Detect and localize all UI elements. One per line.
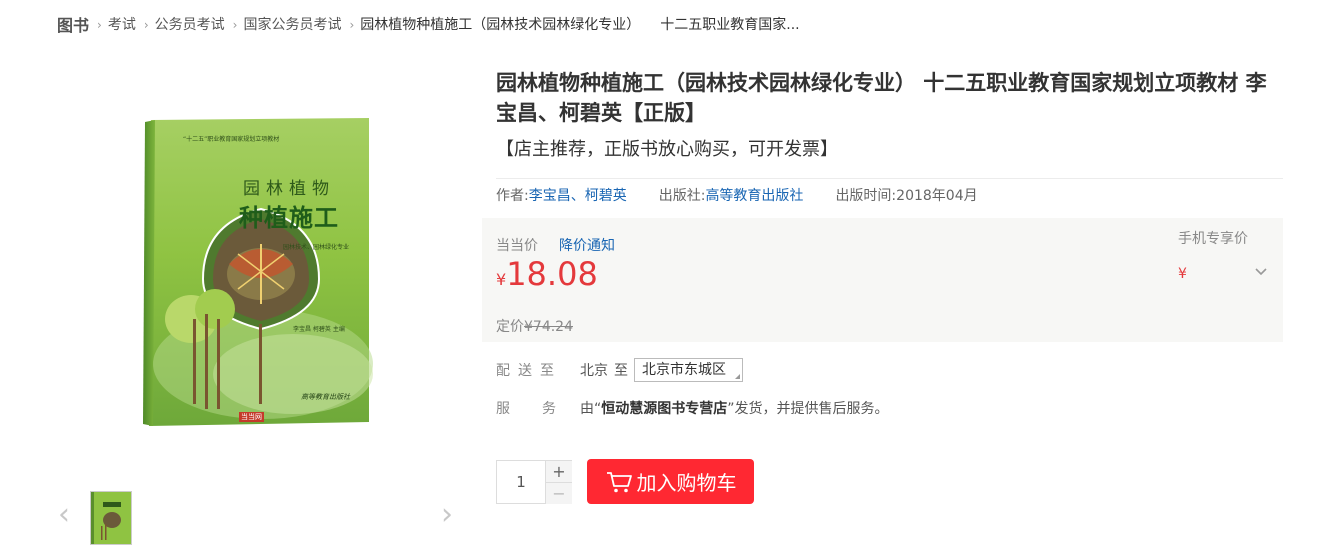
service-label: 服务 [496,401,588,417]
quantity-decrease-button[interactable]: − [545,483,572,504]
cover-title-line1: 园林植物 [243,179,335,199]
publisher-label: 出版社: [658,188,706,204]
list-price-label: 定价 [496,319,524,335]
cover-title-line2: 种植施工 [239,204,339,232]
author-link[interactable]: 李宝昌、柯碧英 [529,188,627,204]
meta-pubdate: 出版时间:2018年04月 [835,185,977,205]
chevron-right-icon: › [143,18,149,32]
product-subtitle: 【店主推荐，正版书放心购买，可开发票】 [496,139,838,160]
add-to-cart-label: 加入购物车 [636,471,737,495]
product-meta: 作者:李宝昌、柯碧英 出版社:高等教育出版社 出版时间:2018年04月 [496,185,1010,205]
author-label: 作者: [496,188,529,204]
current-price: ¥18.08 [496,255,598,293]
quantity-input[interactable]: 1 [497,461,545,503]
cover-series-line: “十二五”职业教育国家规划立项教材 [183,136,280,143]
service-suffix: ”发货，并提供售后服务。 [727,401,889,417]
breadcrumb-link-civil-exam[interactable]: 公务员考试 [155,14,225,34]
breadcrumb-link-exam[interactable]: 考试 [108,14,136,34]
chevron-right-icon[interactable]: › [441,500,453,530]
quantity-stepper: 1 + − [496,460,572,504]
shopping-cart-icon [606,471,632,492]
mobile-price-currency: ¥ [1178,266,1187,282]
chevron-down-icon[interactable] [1254,264,1268,278]
service-row: 服务 由“ 恒动慧源图书专营店 ”发货，并提供售后服务。 [496,398,889,418]
chevron-left-icon[interactable]: ‹ [58,500,70,530]
pubdate-label: 出版时间: [835,188,897,204]
cover-subject: 园林技术、园林绿化专业 [283,244,350,251]
cover-authors: 李宝昌 柯碧英 主编 [293,326,345,333]
price-value: 18.08 [506,255,598,293]
list-price: 定价¥74.24 [496,316,573,336]
service-prefix: 由“ [580,401,602,417]
dangdang-price-label: 当当价 [496,238,538,254]
breadcrumb-link-national-exam[interactable]: 国家公务员考试 [243,14,341,34]
pubdate-value: 2018年04月 [896,188,978,204]
delivery-row: 配送至 北京 至 北京市东城区 [496,358,743,382]
chevron-right-icon: › [349,18,355,32]
delivery-to: 至 [614,363,628,379]
chevron-right-icon: › [232,18,238,32]
publisher-link[interactable]: 高等教育出版社 [705,188,803,204]
breadcrumb-home-link[interactable]: 图书 [57,12,89,36]
currency-symbol: ¥ [496,270,507,289]
mobile-price-label: 手机专享价 [1178,231,1248,247]
list-price-value: ¥74.24 [524,319,573,335]
cover-publisher: 高等教育出版社 [301,393,350,401]
add-to-cart-button[interactable]: 加入购物车 [587,459,754,504]
price-box: 当当价 降价通知 ¥18.08 定价¥74.24 手机专享价 ¥ [482,218,1283,342]
district-value: 北京市东城区 [642,362,726,378]
district-select[interactable]: 北京市东城区 [634,358,743,382]
quantity-increase-button[interactable]: + [545,461,572,483]
divider [496,178,1283,179]
book-cover-image[interactable]: “十二五”职业教育国家规划立项教材 园林植物 种植施工 园林技术、园林绿化专业 … [143,114,373,428]
chevron-right-icon: › [97,18,102,32]
delivery-label: 配送至 [496,363,562,379]
cover-badge: 当当网 [239,412,264,422]
breadcrumb-current: 园林植物种植施工（园林技术园林绿化专业） [360,17,641,33]
delivery-city: 北京 [580,363,608,379]
meta-publisher: 出版社:高等教育出版社 [659,185,804,205]
breadcrumb-current-tail: 十二五职业教育国家... [660,17,800,33]
price-drop-notify-link[interactable]: 降价通知 [559,235,615,255]
meta-author: 作者:李宝昌、柯碧英 [496,185,627,205]
breadcrumb: 图书 › 考试 › 公务员考试 › 国家公务员考试 › 园林植物种植施工（园林技… [57,12,800,36]
thumbnail-cover[interactable] [90,491,132,545]
product-title: 园林植物种植施工（园林技术园林绿化专业） 十二五职业教育国家规划立项教材 李宝昌… [496,71,1267,125]
shop-name-link[interactable]: 恒动慧源图书专营店 [601,398,727,418]
dropdown-corner-icon [735,374,740,379]
